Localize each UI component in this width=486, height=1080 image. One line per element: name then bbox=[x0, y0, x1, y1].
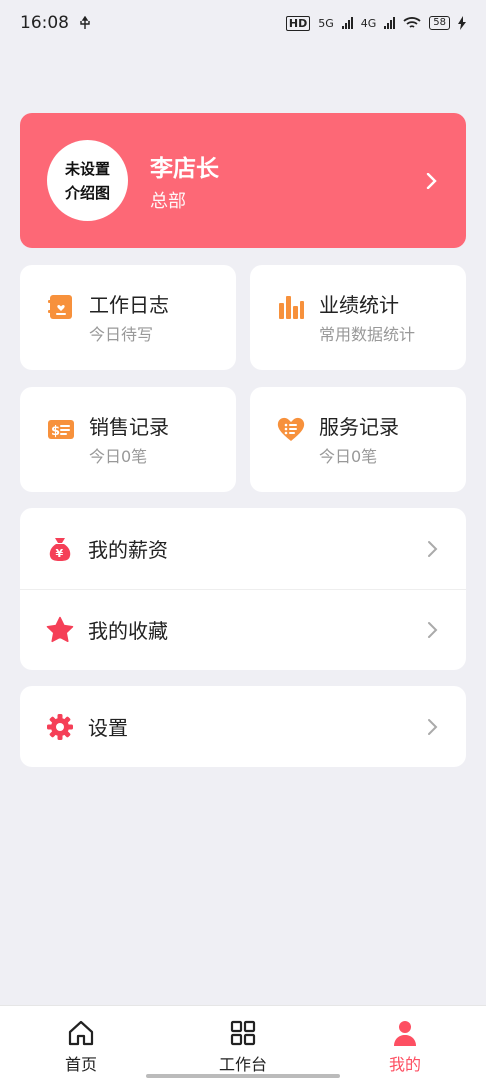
tile-subtitle: 今日待写 bbox=[89, 325, 154, 344]
status-time: 16:08 bbox=[20, 13, 69, 33]
menu-item-label: 我的收藏 bbox=[88, 619, 168, 643]
tile-sales-records[interactable]: $ 销售记录 今日0笔 bbox=[20, 387, 236, 492]
menu-item-favorites[interactable]: 我的收藏 bbox=[20, 589, 466, 670]
avatar-text-line1: 未设置 bbox=[64, 159, 110, 178]
sales-ticket-icon: $ bbox=[48, 420, 74, 439]
tile-subtitle: 今日0笔 bbox=[319, 447, 378, 466]
settings-card: 设置 bbox=[20, 686, 466, 767]
tile-performance-stats[interactable]: 业绩统计 常用数据统计 bbox=[250, 265, 466, 370]
avatar[interactable]: 未设置 介绍图 bbox=[47, 140, 128, 221]
profile-department: 总部 bbox=[150, 190, 186, 212]
bar-chart-icon bbox=[279, 296, 304, 319]
tile-subtitle: 今日0笔 bbox=[89, 447, 148, 466]
profile-name: 李店长 bbox=[150, 155, 219, 182]
star-icon bbox=[46, 616, 74, 642]
tab-label: 首页 bbox=[64, 1055, 97, 1074]
usb-icon bbox=[80, 16, 90, 29]
tab-mine[interactable]: 我的 bbox=[345, 1006, 465, 1080]
tile-title: 业绩统计 bbox=[319, 293, 399, 317]
menu-item-salary[interactable]: ¥ 我的薪资 bbox=[20, 508, 466, 589]
home-icon bbox=[68, 1020, 94, 1046]
grid-icon bbox=[230, 1020, 256, 1046]
chevron-right-icon bbox=[426, 172, 437, 189]
tile-service-records[interactable]: 服务记录 今日0笔 bbox=[250, 387, 466, 492]
wifi-icon bbox=[403, 17, 421, 28]
tab-home[interactable]: 首页 bbox=[21, 1006, 141, 1080]
chevron-right-icon bbox=[428, 540, 438, 557]
money-bag-icon: ¥ bbox=[49, 537, 71, 561]
bottom-tab-bar: 首页 工作台 我的 bbox=[0, 1005, 486, 1080]
tab-workbench[interactable]: 工作台 bbox=[183, 1006, 303, 1080]
user-icon bbox=[394, 1021, 416, 1046]
tile-title: 销售记录 bbox=[89, 415, 169, 439]
signal-icon bbox=[341, 17, 353, 29]
battery-level: 58 bbox=[429, 16, 450, 30]
charging-icon bbox=[458, 16, 466, 30]
tile-subtitle: 常用数据统计 bbox=[319, 325, 416, 344]
network-4g-label: 4G bbox=[360, 16, 377, 30]
profile-card[interactable]: 未设置 介绍图 李店长 总部 bbox=[20, 113, 466, 248]
chevron-right-icon bbox=[428, 718, 438, 735]
tile-title: 服务记录 bbox=[319, 415, 399, 439]
menu-item-label: 我的薪资 bbox=[88, 538, 168, 562]
svg-text:$: $ bbox=[51, 424, 60, 439]
avatar-text-line2: 介绍图 bbox=[64, 183, 110, 202]
svg-text:¥: ¥ bbox=[56, 547, 64, 560]
chevron-right-icon bbox=[428, 621, 438, 638]
heart-list-icon bbox=[277, 417, 305, 441]
status-bar: 16:08 HD 5G 4G 58 bbox=[0, 0, 486, 46]
hd-badge: HD bbox=[285, 15, 311, 31]
tab-label: 工作台 bbox=[218, 1055, 267, 1074]
tile-title: 工作日志 bbox=[89, 293, 169, 317]
gear-icon bbox=[47, 713, 73, 740]
menu-item-label: 设置 bbox=[88, 716, 128, 740]
tile-work-log[interactable]: 工作日志 今日待写 bbox=[20, 265, 236, 370]
signal-icon-2 bbox=[384, 17, 396, 29]
home-indicator bbox=[146, 1074, 340, 1078]
menu-item-settings[interactable]: 设置 bbox=[20, 686, 466, 767]
tab-label: 我的 bbox=[388, 1055, 421, 1074]
menu-card: ¥ 我的薪资 我的收藏 bbox=[20, 508, 466, 670]
network-5g-label: 5G bbox=[318, 16, 334, 30]
notebook-icon bbox=[48, 295, 72, 319]
